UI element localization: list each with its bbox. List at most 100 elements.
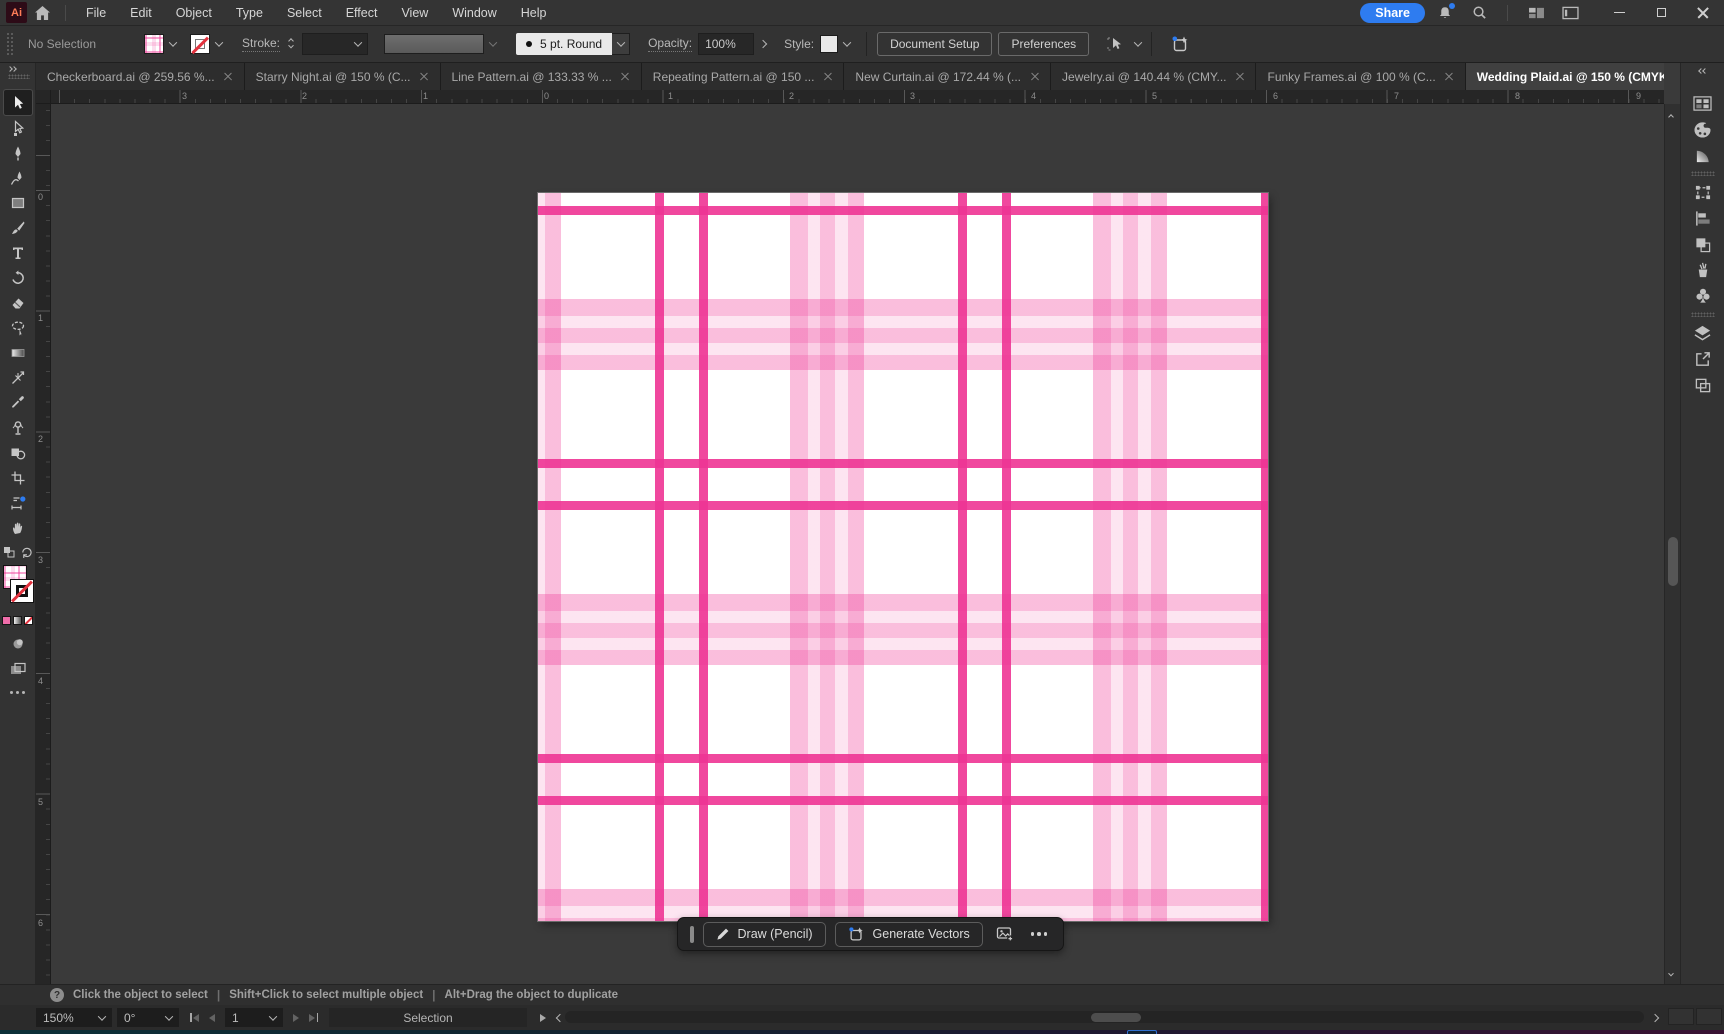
fill-dropdown-chevron-icon[interactable] [168,38,178,47]
maximize-button[interactable] [1640,0,1682,26]
type-tool[interactable] [4,240,32,265]
tab-funky-frames[interactable]: Funky Frames.ai @ 100 % (C... [1256,63,1466,90]
tab-close-icon[interactable] [224,72,233,81]
brushes-panel-icon[interactable] [1688,257,1718,283]
first-artboard-icon[interactable] [190,1013,199,1022]
opacity-input[interactable]: 100% [698,33,755,55]
screen-mode-button[interactable] [4,656,32,681]
tab-close-icon[interactable] [420,72,429,81]
curvature-tool[interactable] [4,165,32,190]
pen-tool[interactable] [4,140,32,165]
symbols-panel-icon[interactable] [1688,283,1718,309]
artboard-tool[interactable] [4,465,32,490]
rectangle-tool[interactable] [4,190,32,215]
vertical-scrollbar[interactable] [1664,104,1680,984]
menu-view[interactable]: View [389,0,440,26]
horizontal-scrollbar[interactable] [565,1011,1644,1023]
style-chevron-icon[interactable] [842,38,852,47]
stroke-weight-label[interactable]: Stroke: [242,36,281,52]
panel-grip[interactable] [6,32,14,56]
gradient-panel-icon[interactable] [1688,142,1718,168]
tab-checkerboard[interactable]: Checkerboard.ai @ 259.56 %... [36,63,245,90]
scroll-up-icon[interactable] [1668,114,1674,120]
tab-close-icon[interactable] [1030,72,1039,81]
shape-builder-tool[interactable] [4,440,32,465]
width-profile-chevron-icon[interactable] [488,38,498,47]
gradient-tool[interactable] [4,340,32,365]
fill-color-swatch[interactable] [144,34,164,54]
artboard-number-dropdown[interactable]: 1 [225,1008,283,1027]
layers-panel-icon[interactable] [1688,320,1718,346]
tab-starry-night[interactable]: Starry Night.ai @ 150 % (C... [244,63,441,90]
vertical-ruler[interactable]: 0 1 2 3 4 5 6 [36,104,51,984]
menu-window[interactable]: Window [440,0,508,26]
default-fill-stroke-icon[interactable] [21,547,32,561]
eraser-tool[interactable] [4,290,32,315]
paintbrush-tool[interactable] [4,215,32,240]
scroll-down-icon[interactable] [1668,970,1674,977]
eyedropper-tool[interactable] [4,390,32,415]
color-button[interactable] [2,616,11,625]
dimension-tool[interactable] [4,490,32,515]
edit-toolbar-button[interactable] [10,691,25,694]
width-tool[interactable] [4,365,32,390]
scroll-left-icon[interactable] [555,1013,565,1022]
panels-layout-icon[interactable] [1556,1,1584,25]
next-artboard-icon[interactable] [293,1013,299,1022]
menu-type[interactable]: Type [224,0,275,26]
export-panel-icon[interactable] [1688,346,1718,372]
stroke-color-swatch[interactable] [190,34,210,54]
artboards-panel-icon[interactable] [1688,372,1718,398]
select-similar-chevron-icon[interactable] [1133,38,1143,47]
selection-tool[interactable] [2,89,33,116]
last-artboard-icon[interactable] [309,1013,318,1022]
style-swatch[interactable] [820,35,839,53]
hand-tool[interactable] [4,515,32,540]
panel-dock-expand-icon[interactable] [1697,68,1708,74]
menu-help[interactable]: Help [509,0,559,26]
pathfinder-panel-icon[interactable] [1688,231,1718,257]
toolbar-stroke-swatch[interactable] [9,579,34,603]
home-icon[interactable] [27,0,57,26]
align-panel-icon[interactable] [1688,205,1718,231]
opacity-expand-chevron-icon[interactable] [758,39,768,49]
draw-pencil-button[interactable]: Draw (Pencil) [702,921,826,947]
scroll-right-icon[interactable] [1650,1013,1660,1022]
stroke-weight-dropdown[interactable] [302,33,369,55]
tab-wedding-plaid[interactable]: Wedding Plaid.ai @ 150 % (CMYK/Preview) [1465,63,1664,90]
menu-effect[interactable]: Effect [334,0,390,26]
artboard-wedding-plaid[interactable] [537,192,1269,922]
drawing-modes-button[interactable] [4,631,32,656]
stroke-weight-stepper[interactable] [286,33,296,55]
share-button[interactable]: Share [1360,2,1425,23]
close-button[interactable] [1682,0,1724,26]
zoom-level-dropdown[interactable]: 150% [36,1008,112,1027]
canvas-pasteboard[interactable] [51,104,1664,984]
tab-close-icon[interactable] [1445,72,1454,81]
menu-edit[interactable]: Edit [118,0,164,26]
gradient-button[interactable] [13,616,22,625]
color-panel-icon[interactable] [1688,116,1718,142]
select-similar-objects-icon[interactable] [1101,32,1129,56]
toolbar-grip[interactable] [8,74,30,79]
generate-vectors-icon[interactable] [1166,32,1194,56]
preferences-button[interactable]: Preferences [998,32,1090,56]
generate-image-icon[interactable] [992,922,1018,947]
tab-close-icon[interactable] [621,72,630,81]
stroke-dropdown-chevron-icon[interactable] [214,38,224,47]
toolbar-expand-icon[interactable] [7,66,17,72]
tab-line-pattern[interactable]: Line Pattern.ai @ 133.33 % ... [440,63,642,90]
menu-object[interactable]: Object [164,0,224,26]
transform-panel-icon[interactable] [1688,179,1718,205]
ruler-origin-corner[interactable] [36,90,51,104]
puppet-warp-tool[interactable] [4,415,32,440]
rotate-tool[interactable] [4,265,32,290]
previous-artboard-icon[interactable] [209,1013,215,1022]
menu-file[interactable]: File [74,0,118,26]
tab-repeating-pattern[interactable]: Repeating Pattern.ai @ 150 ... [641,63,845,90]
variable-width-profile-dropdown[interactable] [384,34,485,54]
taskbar-drag-handle[interactable] [690,925,694,943]
minimize-button[interactable] [1598,0,1640,26]
workspace-switcher-icon[interactable] [1522,1,1550,25]
horizontal-scrollbar-thumb[interactable] [1091,1012,1141,1022]
